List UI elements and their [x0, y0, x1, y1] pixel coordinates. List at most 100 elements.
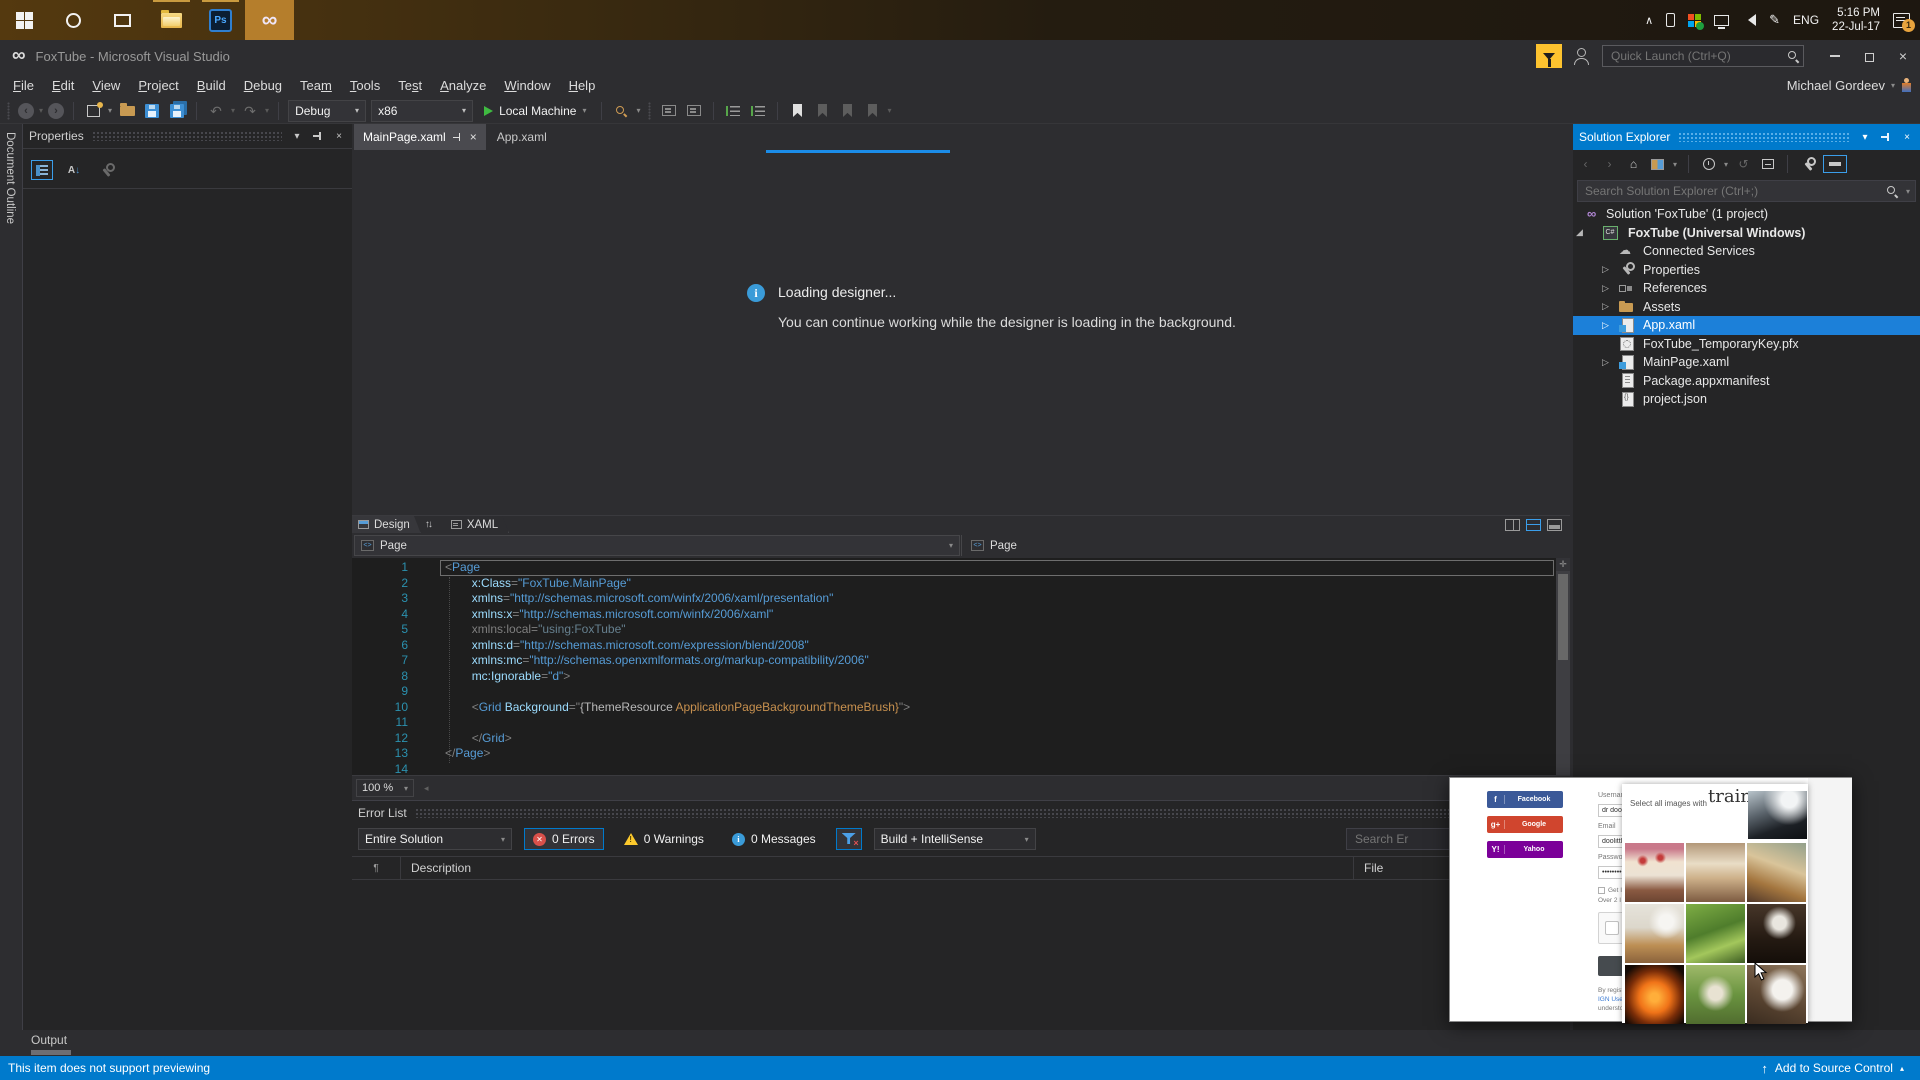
code-line-1[interactable]: 1 <Page [352, 560, 1570, 576]
undo-button[interactable]: ↶ [206, 101, 226, 121]
start-button[interactable] [0, 0, 49, 40]
source-filter-dropdown[interactable]: Build + IntelliSense ▾ [873, 828, 1036, 850]
tree-item-properties[interactable]: ▷ Properties [1573, 261, 1920, 280]
chevron-down-icon[interactable]: ▾ [1724, 160, 1728, 169]
split-grip-icon[interactable]: ✛ [1556, 558, 1570, 571]
next-bookmark-button[interactable] [837, 101, 857, 121]
decrease-indent-button[interactable] [723, 101, 743, 121]
alphabetical-sort-button[interactable]: A [63, 160, 85, 180]
properties-panel-header[interactable]: Properties ▾ × [23, 124, 352, 149]
code-line-9[interactable]: 9 [352, 684, 1570, 700]
code-line-5[interactable]: 5 xmlns:local="using:FoxTube" [352, 622, 1570, 638]
tab-mainpage-xaml[interactable]: MainPage.xaml × [354, 124, 486, 150]
document-outline-tab[interactable]: Document Outline [4, 132, 16, 224]
google-login-button[interactable]: g+ Google [1487, 816, 1563, 833]
tab-app-xaml[interactable]: App.xaml [488, 124, 556, 150]
photoshop-button[interactable]: Ps [196, 0, 245, 40]
clock[interactable]: 5:16 PM 22-Jul-17 [1832, 6, 1880, 34]
tree-item-connected-services[interactable]: Connected Services [1573, 242, 1920, 261]
network-icon[interactable] [1714, 14, 1730, 29]
zoom-level-dropdown[interactable]: 100 % ▾ [356, 779, 414, 797]
tab-design[interactable]: Design [352, 516, 421, 534]
collapse-icon[interactable]: ◢ [1576, 227, 1583, 238]
code-line-13[interactable]: 13 </Page> [352, 746, 1570, 762]
swap-panes-icon[interactable]: ↑↓ [425, 519, 433, 530]
code-line-8[interactable]: 8 mc:Ignorable="d"> [352, 669, 1570, 685]
window-position-icon[interactable]: ▾ [1858, 132, 1872, 143]
scope-dropdown[interactable]: Entire Solution ▾ [358, 828, 512, 850]
find-dropdown-icon[interactable]: ▾ [636, 106, 640, 115]
quick-launch-input[interactable] [1602, 45, 1804, 67]
add-to-source-control-button[interactable]: ↑ Add to Source Control ▴ [1761, 1061, 1904, 1076]
filter-button[interactable] [835, 828, 862, 850]
categorized-button[interactable] [31, 160, 53, 180]
toolbar-grip[interactable] [7, 101, 10, 120]
navigate-forward-code-button[interactable] [684, 101, 704, 121]
save-button[interactable] [142, 101, 162, 121]
captcha-image-caramel-parfait[interactable] [1686, 843, 1745, 902]
collapse-pane-icon[interactable] [1547, 518, 1562, 531]
switch-views-button[interactable] [1649, 155, 1666, 173]
close-icon[interactable]: × [470, 131, 477, 143]
solution-search-input[interactable] [1577, 180, 1916, 202]
new-dropdown-icon[interactable]: ▾ [108, 106, 112, 115]
navigate-backward-code-button[interactable] [659, 101, 679, 121]
file-explorer-button[interactable] [147, 0, 196, 40]
minimize-button[interactable] [1820, 44, 1850, 68]
open-file-button[interactable] [117, 101, 137, 121]
collapse-all-button[interactable] [1759, 155, 1776, 173]
undo-dropdown-icon[interactable]: ▾ [231, 106, 235, 115]
menu-window[interactable]: Window [495, 74, 559, 97]
tab-xaml[interactable]: XAML [445, 516, 509, 534]
solution-explorer-header[interactable]: Solution Explorer ▾ × [1573, 124, 1920, 150]
menu-tools[interactable]: Tools [341, 74, 389, 97]
output-tab[interactable]: Output [31, 1033, 67, 1047]
menu-view[interactable]: View [83, 74, 129, 97]
file-column-header[interactable]: File [1354, 861, 1383, 875]
visual-studio-button[interactable]: ∞ [245, 0, 294, 40]
tree-item-project-json[interactable]: project.json [1573, 390, 1920, 409]
save-all-button[interactable] [167, 101, 187, 121]
description-column-header[interactable]: Description [401, 861, 1353, 875]
expand-icon[interactable]: ▷ [1602, 264, 1609, 275]
increase-indent-button[interactable] [748, 101, 768, 121]
home-button[interactable]: ⌂ [1625, 155, 1642, 173]
xaml-code-editor[interactable]: 1 <Page 2 x:Class="FoxTube.MainPage" 3 xmlns=… [352, 558, 1570, 776]
tree-item-mainpage-xaml[interactable]: ▷ MainPage.xaml [1573, 353, 1920, 372]
expand-icon[interactable]: ▷ [1602, 357, 1609, 368]
menu-file[interactable]: File [4, 74, 43, 97]
back-button[interactable]: ‹ [1577, 155, 1594, 173]
code-line-6[interactable]: 6 xmlns:d="http://schemas.microsoft.com/e… [352, 638, 1570, 654]
captcha-image-strawberry-cake[interactable] [1625, 843, 1684, 902]
messages-filter-button[interactable]: i0 Messages [724, 828, 824, 850]
window-position-icon[interactable]: ▾ [290, 131, 304, 142]
code-line-7[interactable]: 7 xmlns:mc="http://schemas.openxmlformats… [352, 653, 1570, 669]
expand-icon[interactable]: ▷ [1602, 301, 1609, 312]
expand-icon[interactable]: ▷ [1602, 283, 1609, 294]
code-line-3[interactable]: 3 xmlns="http://schemas.microsoft.com/win… [352, 591, 1570, 607]
code-line-10[interactable]: 10 <Grid Background="{ThemeResource Appli… [352, 700, 1570, 716]
captcha-image-pancakes-coffee[interactable] [1747, 843, 1806, 902]
tree-item-app-xaml[interactable]: ▷ App.xaml [1573, 316, 1920, 335]
cortana-button[interactable] [49, 0, 98, 40]
hscroll-left-icon[interactable]: ◂ [424, 783, 429, 794]
captcha-image-green-salad[interactable] [1686, 904, 1745, 963]
recaptcha-checkbox[interactable] [1605, 921, 1619, 935]
code-line-12[interactable]: 12 </Grid> [352, 731, 1570, 747]
redo-dropdown-icon[interactable]: ▾ [265, 106, 269, 115]
toolbar-overflow-icon[interactable]: ▾ [887, 106, 891, 115]
expand-icon[interactable]: ▷ [1602, 320, 1609, 331]
newsletter-checkbox[interactable] [1598, 887, 1605, 894]
navigate-forward-button[interactable]: › [48, 102, 65, 119]
sync-with-active-document-button[interactable]: ↺ [1735, 155, 1752, 173]
pin-icon[interactable] [452, 132, 463, 142]
property-pages-button[interactable] [95, 160, 117, 180]
chevron-down-icon[interactable]: ▾ [1673, 160, 1677, 169]
user-account[interactable]: Michael Gordeev ▾ [1787, 78, 1920, 93]
close-button[interactable]: × [1888, 44, 1918, 68]
toggle-bookmark-button[interactable] [787, 101, 807, 121]
tree-item-solution-foxtube-1-project-[interactable]: Solution 'FoxTube' (1 project) [1573, 205, 1920, 224]
feedback-flag-button[interactable] [1536, 44, 1562, 68]
tree-item-foxtube-temporarykey-pfx[interactable]: FoxTube_TemporaryKey.pfx [1573, 335, 1920, 354]
show-all-files-button[interactable] [1823, 155, 1848, 173]
